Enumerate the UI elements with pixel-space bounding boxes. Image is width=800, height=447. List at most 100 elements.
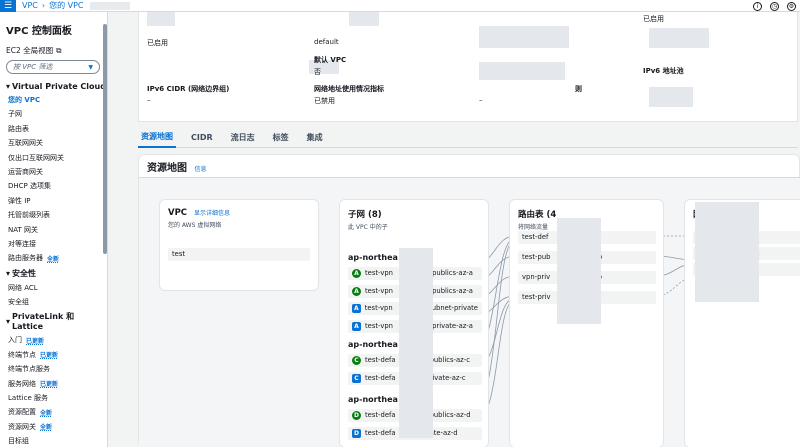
sidebar-item[interactable]: DHCP 选项集 <box>8 181 107 191</box>
sidebar-item-label: 服务网络 <box>8 379 36 388</box>
sidebar-sections: ▾ Virtual Private Cloud 您的 VPC 子网路由表互联网网关仅出… <box>6 82 107 447</box>
sidebar-item[interactable]: 目标组 <box>8 436 107 446</box>
sidebar-item[interactable]: 仅出口互联网网关 <box>8 153 107 163</box>
sidebar-section-header[interactable]: ▾ 安全性 <box>6 268 107 279</box>
breadcrumb-your-vpc[interactable]: 您的 VPC <box>49 0 83 11</box>
summary-col-1-top: 已启用 <box>147 38 168 48</box>
availability-zone-heading: ap-northea <box>348 253 398 262</box>
sidebar-item[interactable]: 对等连接 <box>8 239 107 249</box>
tab[interactable]: 标签 <box>270 128 292 147</box>
redacted-region <box>649 28 709 48</box>
sidebar-item[interactable]: 终端节点服务 <box>8 364 107 374</box>
sidebar-section-label: Virtual Private Cloud <box>12 82 106 91</box>
sidebar-section-label: 安全性 <box>12 268 37 278</box>
sidebar-item[interactable]: 路由服务器 全新 <box>8 253 107 263</box>
breadcrumb-vpc[interactable]: VPC <box>22 1 38 10</box>
resource-map-title: 资源地图 信息 <box>147 159 207 174</box>
sidebar-item-label: 仅出口互联网网关 <box>8 153 64 162</box>
sidebar-item[interactable]: 入门 已更新 <box>8 335 107 345</box>
subnet-name-prefix: test-defa <box>365 411 396 419</box>
sidebar-item-label: Lattice 服务 <box>8 394 49 403</box>
sidebar-item[interactable]: 弹性 IP <box>8 196 107 206</box>
public-subnet-icon: C <box>352 356 361 365</box>
subnet-name-prefix: test-vpn <box>365 269 393 277</box>
vpc-node[interactable]: test <box>168 248 310 261</box>
sidebar-item-badge: 全新 <box>47 255 60 263</box>
caret-down-icon: ▾ <box>6 82 11 91</box>
summary-value: 已启用 <box>147 39 168 47</box>
sidebar-item-label: 入门 <box>8 336 22 345</box>
sidebar-item[interactable]: 子网 <box>8 109 107 119</box>
sidebar-item-label: 网络 ACL <box>8 283 38 292</box>
sidebar-item[interactable]: NAT 网关 <box>8 225 107 235</box>
availability-zone-heading: ap-northea <box>348 395 398 404</box>
availability-zone-heading: ap-northea <box>348 340 398 349</box>
route-table-name-prefix: vpn-priv <box>522 273 551 281</box>
breadcrumb: VPC › 您的 VPC <box>22 0 130 11</box>
redacted-region <box>557 218 601 324</box>
private-subnet-icon: A <box>352 304 361 313</box>
sidebar-item[interactable]: 安全组 <box>8 297 107 307</box>
summary-default-vpc: 默认 VPC 否 <box>314 55 346 77</box>
sidebar-item[interactable]: Lattice 服务 <box>8 393 107 403</box>
subnet-name-prefix: test-vpn <box>365 286 393 295</box>
gear-icon[interactable]: ⚙ <box>787 1 796 11</box>
subnet-name-prefix: test-vpn <box>365 321 393 330</box>
summary-label: 网络地址使用情况指标 <box>314 85 384 93</box>
tab[interactable]: 流日志 <box>228 128 258 147</box>
summary-value: – <box>479 96 483 104</box>
sidebar-title: VPC 控制面板 <box>6 26 72 37</box>
vpc-filter-select[interactable]: 按 VPC 筛选 ▼ <box>6 60 100 74</box>
sidebar-scrollbar[interactable] <box>103 24 107 254</box>
breadcrumb-chevron-icon: › <box>41 1 46 10</box>
sidebar-item[interactable]: 路由表 <box>8 124 107 134</box>
redacted-region <box>479 62 565 80</box>
sidebar-item[interactable]: 运营商网关 <box>8 167 107 177</box>
tab[interactable]: 资源地图 <box>138 127 176 148</box>
sidebar-item-label: 托管前缀列表 <box>8 211 50 220</box>
show-details-link[interactable]: 显示详细信息 <box>194 210 230 217</box>
history-icon[interactable]: ◷ <box>770 1 779 11</box>
resource-map-info-link[interactable]: 信息 <box>194 166 206 173</box>
info-icon[interactable]: i <box>753 1 762 11</box>
vpc-detail-tabs: 资源地图 CIDR 流日志 标签 集成 <box>138 128 798 148</box>
sidebar-item[interactable]: 您的 VPC <box>8 95 107 105</box>
ec2-global-view-link[interactable]: EC2 全局视图 ⧉ <box>6 45 107 56</box>
summary-col-3-bottom: 则 – <box>479 84 582 104</box>
route-table-name-prefix: test-def <box>522 233 549 241</box>
sidebar-item[interactable]: 资源网关 全新 <box>8 422 107 432</box>
vpc-card: VPC 显示详细信息 您的 AWS 虚拟网络 test <box>159 199 319 291</box>
public-subnet-icon: A <box>352 286 361 296</box>
summary-value: 已启用 <box>643 15 664 23</box>
vpc-summary-panel: 已启用 default 默认 VPC 否 已启用 IPv6 地址池 IPv6 C… <box>138 12 798 122</box>
sidebar-item[interactable]: 互联网网关 <box>8 138 107 148</box>
sidebar-item-label: 互联网网关 <box>8 139 43 148</box>
subnet-name-suffix: ate-az-d <box>429 428 458 437</box>
tab[interactable]: 集成 <box>304 128 326 147</box>
sidebar-item-label: 运营商网关 <box>8 167 43 176</box>
sidebar-item-label: 安全组 <box>8 298 29 307</box>
sidebar-item[interactable]: 资源配置 全新 <box>8 407 107 417</box>
summary-col-4-top: 已启用 <box>643 14 664 24</box>
sidebar-section-header[interactable]: ▾ PrivateLink 和 Lattice <box>6 311 107 331</box>
private-subnet-icon: A <box>352 321 361 331</box>
sidebar-item-badge: 已更新 <box>26 337 45 345</box>
top-utility-icons: i ◷ ⚙ <box>753 0 796 12</box>
vpc-filter-placeholder: 按 VPC 筛选 <box>13 63 53 71</box>
sidebar-item-label: 子网 <box>8 110 22 119</box>
sidebar-section-header[interactable]: ▾ Virtual Private Cloud <box>6 82 107 91</box>
sidebar-item[interactable]: 托管前缀列表 <box>8 210 107 220</box>
summary-label: IPv6 地址池 <box>643 67 684 75</box>
summary-ipv6-pool: IPv6 地址池 <box>643 66 684 78</box>
sidebar-item-label: DHCP 选项集 <box>8 182 51 191</box>
tab[interactable]: CIDR <box>188 129 216 146</box>
summary-value: 否 <box>314 68 321 76</box>
route-table-name-prefix: test-priv <box>522 293 551 301</box>
sidebar-item-label: 目标组 <box>8 437 29 446</box>
sidebar-item[interactable]: 网络 ACL <box>8 283 107 293</box>
menu-icon[interactable]: ☰ <box>0 0 16 12</box>
redacted-region <box>695 202 759 302</box>
sidebar-item-badge: 已更新 <box>40 352 59 360</box>
sidebar-item[interactable]: 服务网络 已更新 <box>8 379 107 389</box>
sidebar-item[interactable]: 终端节点 已更新 <box>8 350 107 360</box>
